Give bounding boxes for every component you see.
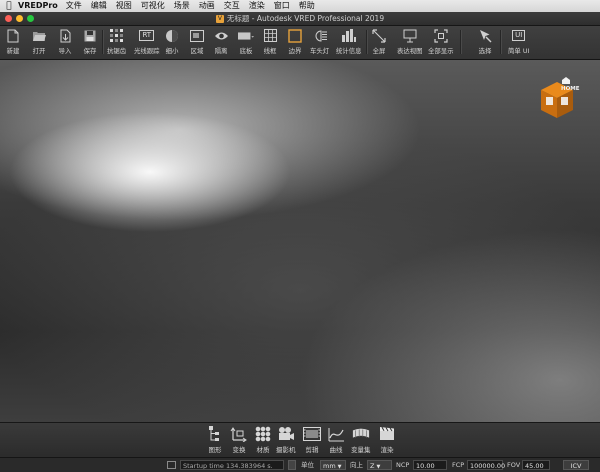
open-folder-icon xyxy=(31,28,47,43)
import-icon xyxy=(57,28,73,43)
region-icon xyxy=(189,28,205,43)
save-icon xyxy=(82,28,98,43)
dock-clip-button[interactable]: 剪辑 xyxy=(303,425,321,454)
ncp-label: NCP xyxy=(396,461,410,469)
isolate-button[interactable]: 隔离 xyxy=(213,27,229,55)
simple-ui-icon: UI xyxy=(511,28,527,43)
menu-window[interactable]: 窗口 xyxy=(274,0,290,12)
window-title: V 无标题 - Autodesk VRED Professional 2019 xyxy=(0,12,600,25)
wireframe-icon xyxy=(262,28,278,43)
vred-logo-icon: V xyxy=(215,15,224,23)
menu-animation[interactable]: 动画 xyxy=(199,0,215,12)
headlight-icon xyxy=(312,28,328,43)
menu-view[interactable]: 视图 xyxy=(116,0,132,12)
main-toolbar: 新建 打开 导入 保存 抗锯齿 RT 光线跟踪 细小 区域 隔离 底板 线框 边… xyxy=(0,26,600,60)
variant-sets-icon xyxy=(352,425,370,442)
toolbar-separator xyxy=(500,30,502,54)
log-clear-button[interactable] xyxy=(288,460,296,470)
toolbar-separator xyxy=(102,30,104,54)
icv-button[interactable]: ICV xyxy=(563,460,589,470)
app-menu[interactable]: VREDPro xyxy=(18,0,58,12)
dock-curves-button[interactable]: 曲线 xyxy=(327,425,345,454)
region-button[interactable]: 区域 xyxy=(189,27,205,55)
baseplate-button[interactable]: 底板 xyxy=(238,27,254,55)
navcube-icon xyxy=(541,77,573,118)
boundary-button[interactable]: 边界 xyxy=(287,27,303,55)
menu-visualization[interactable]: 可视化 xyxy=(141,0,165,12)
unit-select[interactable]: mm ▼ xyxy=(320,460,346,470)
raytracing-icon: RT xyxy=(139,28,155,43)
toolbar-separator xyxy=(366,30,368,54)
dock-render-button[interactable]: 渲染 xyxy=(378,425,396,454)
apple-icon[interactable]:  xyxy=(0,0,18,12)
window-title-text: 无标题 - Autodesk VRED Professional 2019 xyxy=(226,14,385,23)
presentation-icon xyxy=(402,28,418,43)
menu-edit[interactable]: 编辑 xyxy=(91,0,107,12)
menu-interaction[interactable]: 交互 xyxy=(224,0,240,12)
headlight-button[interactable]: 车头灯 xyxy=(310,27,329,55)
boundary-icon xyxy=(287,28,303,43)
fcp-input[interactable]: 100000.00 xyxy=(467,460,505,470)
terminal-icon[interactable] xyxy=(167,461,176,469)
show-all-button[interactable]: 全部显示 xyxy=(428,27,454,55)
toolbar-separator xyxy=(460,30,462,54)
select-button[interactable]: 选择 xyxy=(477,27,493,55)
dock-camera-button[interactable]: 摄影机 xyxy=(276,425,296,454)
module-dock: 图形 变换 材质 摄影机 剪辑 曲线 变量集 渲染 xyxy=(0,422,600,458)
dock-variant-sets-button[interactable]: 变量集 xyxy=(351,425,371,454)
open-button[interactable]: 打开 xyxy=(31,27,47,55)
dock-scenegraph-button[interactable]: 图形 xyxy=(206,425,224,454)
status-bar: Startup time 134.383964 s. 单位 mm ▼ 向上 Z ▼ … xyxy=(0,457,600,472)
render-clapper-icon xyxy=(378,425,396,442)
navigation-cube[interactable]: HOME xyxy=(537,76,580,122)
title-bar: V 无标题 - Autodesk VRED Professional 2019 xyxy=(0,12,600,26)
import-button[interactable]: 导入 xyxy=(57,27,73,55)
baseplate-icon xyxy=(238,28,254,43)
fullscreen-button[interactable]: 全屏 xyxy=(371,27,387,55)
isolate-eye-icon xyxy=(213,28,229,43)
menu-bar:  VREDPro 文件 编辑 视图 可视化 场景 动画 交互 渲染 窗口 帮助 xyxy=(0,0,600,12)
menu-help[interactable]: 帮助 xyxy=(299,0,315,12)
menu-render[interactable]: 渲染 xyxy=(249,0,265,12)
clip-icon xyxy=(303,425,321,442)
dock-materials-button[interactable]: 材质 xyxy=(254,425,272,454)
statistics-icon xyxy=(341,28,357,43)
new-button[interactable]: 新建 xyxy=(5,27,21,55)
new-file-icon xyxy=(5,28,21,43)
antialias-icon xyxy=(109,28,125,43)
log-output-field[interactable]: Startup time 134.383964 s. xyxy=(180,460,284,470)
dock-transform-button[interactable]: 变换 xyxy=(230,425,248,454)
scenegraph-icon xyxy=(206,425,224,442)
chevron-down-icon: ▼ xyxy=(376,464,381,470)
small-icon xyxy=(164,28,180,43)
fov-input[interactable]: 45.00 xyxy=(522,460,550,470)
up-axis-select[interactable]: Z ▼ xyxy=(367,460,392,470)
small-button[interactable]: 细小 xyxy=(164,27,180,55)
up-axis-label: 向上 xyxy=(350,461,363,469)
antialias-button[interactable]: 抗锯齿 xyxy=(107,27,126,55)
statistics-button[interactable]: 统计信息 xyxy=(336,27,362,55)
materials-icon xyxy=(254,425,272,442)
menu-file[interactable]: 文件 xyxy=(66,0,82,12)
show-all-icon xyxy=(433,28,449,43)
save-button[interactable]: 保存 xyxy=(82,27,98,55)
fullscreen-icon xyxy=(371,28,387,43)
presentation-button[interactable]: 表达视图 xyxy=(397,27,423,55)
camera-icon xyxy=(277,425,295,442)
select-icon xyxy=(477,28,493,43)
simple-ui-button[interactable]: UI 简单 UI xyxy=(508,27,529,55)
curves-icon xyxy=(327,425,345,442)
chevron-down-icon: ▼ xyxy=(337,464,342,470)
render-viewport[interactable]: HOME xyxy=(0,60,600,422)
unit-label: 单位 xyxy=(301,461,314,469)
wireframe-button[interactable]: 线框 xyxy=(262,27,278,55)
fov-label: FOV xyxy=(507,461,521,469)
fcp-label: FCP xyxy=(452,461,465,469)
transform-icon xyxy=(230,425,248,442)
raytracing-button[interactable]: RT 光线跟踪 xyxy=(134,27,160,55)
menu-scene[interactable]: 场景 xyxy=(174,0,190,12)
ncp-input[interactable]: 10.00 xyxy=(413,460,447,470)
navcube-home-label[interactable]: HOME xyxy=(561,86,580,92)
